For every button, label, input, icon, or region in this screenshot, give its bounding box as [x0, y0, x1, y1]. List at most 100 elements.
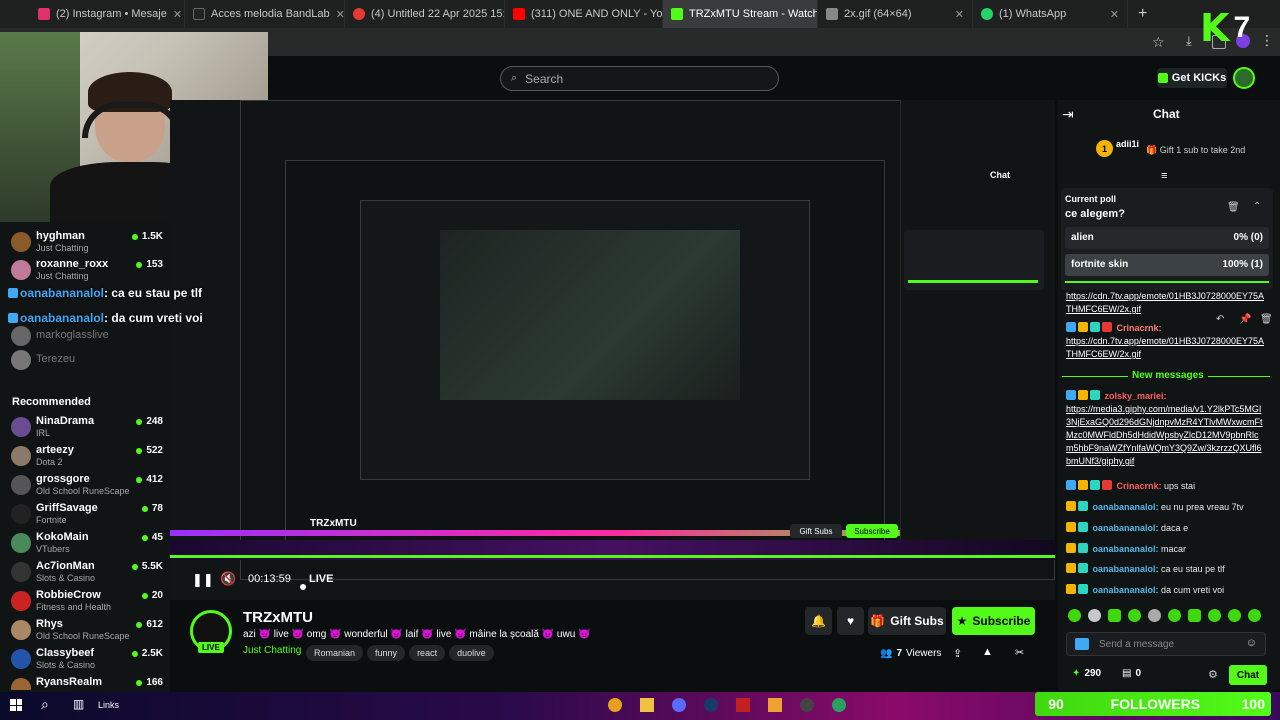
- live-indicator: LIVE: [309, 573, 334, 585]
- emote-icon[interactable]: [1148, 609, 1161, 622]
- sidebar-channel-terezeu[interactable]: Terezeu: [8, 346, 163, 374]
- sidebar-channel-hyghman[interactable]: hyghman Just Chatting 1.5K: [8, 228, 163, 256]
- tag-duolive[interactable]: duolive: [449, 645, 494, 661]
- chat-user[interactable]: oanabananalol:: [1093, 544, 1159, 554]
- emote-icon[interactable]: [1088, 609, 1101, 622]
- get-kicks-button[interactable]: Get KICKs: [1157, 68, 1227, 88]
- new-tab-button[interactable]: +: [1128, 5, 1157, 23]
- tab-bandlab[interactable]: Acces melodia BandLab ✕: [185, 0, 345, 28]
- video-player[interactable]: TRZxMTU Gift Subs Subscribe Chat: [170, 100, 1055, 600]
- subscribe-button[interactable]: ★ Subscribe: [952, 607, 1035, 635]
- chat-send-button[interactable]: Chat: [1229, 665, 1267, 685]
- report-icon[interactable]: ▲: [982, 646, 993, 658]
- tag-funny[interactable]: funny: [367, 645, 406, 661]
- sidebar-channel-rhys[interactable]: Rhys Old School RuneScape 612: [8, 616, 163, 644]
- chat-link[interactable]: https://media3.giphy.com/media/v1.Y2lkPT…: [1066, 404, 1263, 466]
- user-avatar[interactable]: [1233, 67, 1255, 89]
- folder-icon[interactable]: [640, 698, 654, 712]
- sidebar-channel-classybeef[interactable]: Classybeef Slots & Casino 2.5K: [8, 645, 163, 673]
- sidebar-channel-ryansrealm[interactable]: RyansRealm 166: [8, 674, 163, 690]
- notification-bell-icon[interactable]: 🔔: [805, 607, 832, 635]
- viewer-count-value: 20: [151, 590, 163, 601]
- emote-icon[interactable]: [1128, 609, 1141, 622]
- predictions-count[interactable]: ▤ 0: [1122, 668, 1141, 679]
- chat-user[interactable]: zolsky_mariei:: [1105, 391, 1167, 401]
- tag-romanian[interactable]: Romanian: [306, 645, 364, 661]
- follow-heart-icon[interactable]: ♥: [837, 607, 864, 635]
- poll-option-fortnite[interactable]: fortnite skin 100% (1): [1065, 254, 1269, 276]
- delete-icon[interactable]: 🗑: [1260, 314, 1273, 325]
- followers-current: 90: [1048, 696, 1064, 712]
- channel-name[interactable]: TRZxMTU: [243, 609, 313, 626]
- emoji-icon[interactable]: ☺: [1246, 637, 1257, 649]
- chat-user[interactable]: Crinacrnk:: [1117, 481, 1162, 491]
- chat-user[interactable]: oanabananalol:: [1093, 564, 1159, 574]
- expand-icon[interactable]: ≡: [1161, 170, 1167, 182]
- search-input[interactable]: ⌕ Search: [500, 66, 779, 91]
- close-icon[interactable]: ✕: [1110, 8, 1119, 21]
- chat-link[interactable]: https://cdn.7tv.app/emote/01HB3J0728000E…: [1066, 291, 1264, 314]
- tab-youtube[interactable]: (311) ONE AND ONLY - You✕: [505, 0, 663, 28]
- channel-points[interactable]: ✦ 290: [1072, 668, 1101, 679]
- tab-whatsapp[interactable]: (1) WhatsApp ✕: [973, 0, 1128, 28]
- emote-icon[interactable]: [1108, 609, 1121, 622]
- discord-icon[interactable]: [672, 698, 686, 712]
- app-icon[interactable]: [736, 698, 750, 712]
- emote-icon[interactable]: [1228, 609, 1241, 622]
- emote-icon[interactable]: [1188, 609, 1201, 622]
- chat-link[interactable]: https://cdn.7tv.app/emote/01HB3J0728000E…: [1066, 336, 1264, 359]
- chat-user[interactable]: Crinacrnk:: [1117, 323, 1162, 333]
- emote-icon[interactable]: [1208, 609, 1221, 622]
- sidebar-channel-grossgore[interactable]: grossgore Old School RuneScape 412: [8, 471, 163, 499]
- close-icon[interactable]: ✕: [955, 8, 964, 21]
- tab-gif[interactable]: 2x.gif (64×64) ✕: [818, 0, 973, 28]
- tab-untitled[interactable]: (4) Untitled 22 Apr 2025 15:✕: [345, 0, 505, 28]
- tag-react[interactable]: react: [409, 645, 446, 661]
- obs-icon[interactable]: [800, 698, 814, 712]
- star-icon[interactable]: ☆: [1152, 34, 1165, 51]
- chat-user[interactable]: oanabananalol:: [1093, 502, 1159, 512]
- steam-icon[interactable]: [704, 698, 718, 712]
- sidebar-channel-ninadrama[interactable]: NinaDrama IRL 248: [8, 413, 163, 441]
- sidebar-channel-roxanne[interactable]: roxanne_roxx Just Chatting 153: [8, 256, 163, 284]
- windows-start-icon[interactable]: [10, 699, 22, 711]
- pin-icon[interactable]: 📌: [1239, 314, 1251, 325]
- sidebar-channel-robbiecrow[interactable]: RobbieCrow Fitness and Health 20: [8, 587, 163, 615]
- tab-kick-stream[interactable]: TRZxMTU Stream - Watch Live✕: [663, 0, 818, 28]
- mute-icon[interactable]: 🔇: [220, 571, 236, 587]
- overlay-chat-user: oanabananalol: [20, 286, 105, 300]
- app-icon[interactable]: [768, 698, 782, 712]
- stream-category[interactable]: Just Chatting: [243, 645, 301, 656]
- close-icon[interactable]: ✕: [336, 8, 344, 21]
- tab-instagram[interactable]: (2) Instagram • Mesaje ✕: [30, 0, 185, 28]
- gift-subs-button[interactable]: 🎁 Gift Subs: [868, 607, 946, 635]
- search-icon[interactable]: ⌕: [41, 696, 49, 713]
- chat-user[interactable]: oanabananalol:: [1093, 523, 1159, 533]
- chat-user[interactable]: oanabananalol:: [1093, 585, 1159, 595]
- download-icon[interactable]: ⤓: [1186, 33, 1192, 49]
- sidebar-channel-kokomain[interactable]: KokoMain VTubers 45: [8, 529, 163, 557]
- app-icon[interactable]: [832, 698, 846, 712]
- delete-poll-icon[interactable]: 🗑: [1227, 202, 1240, 213]
- channel-category: VTubers: [36, 544, 70, 554]
- chrome-icon[interactable]: [608, 698, 622, 712]
- close-icon[interactable]: ✕: [173, 8, 182, 21]
- sidebar-channel-arteezy[interactable]: arteezy Dota 2 522: [8, 442, 163, 470]
- settings-gear-icon[interactable]: ⚙: [1208, 668, 1218, 681]
- logo-count: 7: [1233, 11, 1251, 44]
- share-icon[interactable]: ⇪: [953, 647, 962, 660]
- collapse-poll-icon[interactable]: ⌃: [1253, 201, 1261, 212]
- collapse-chat-icon[interactable]: ⇥: [1062, 106, 1074, 123]
- sidebar-channel-ac7ionman[interactable]: Ac7ionMan Slots & Casino 5.5K: [8, 558, 163, 586]
- taskbar-links[interactable]: Links: [98, 700, 119, 710]
- pause-icon[interactable]: ❚❚: [192, 572, 214, 588]
- emote-icon[interactable]: [1068, 609, 1081, 622]
- clip-icon[interactable]: ✂: [1015, 646, 1024, 659]
- reply-icon[interactable]: ↶: [1216, 314, 1224, 325]
- emote-icon[interactable]: [1248, 609, 1261, 622]
- emote-icon[interactable]: [1168, 609, 1181, 622]
- poll-option-alien[interactable]: alien 0% (0): [1065, 227, 1269, 249]
- chat-message-input[interactable]: Send a message ☺: [1066, 632, 1266, 656]
- task-view-icon[interactable]: ▥: [73, 697, 84, 711]
- sidebar-channel-griffsavage[interactable]: GriffSavage Fortnite 78: [8, 500, 163, 528]
